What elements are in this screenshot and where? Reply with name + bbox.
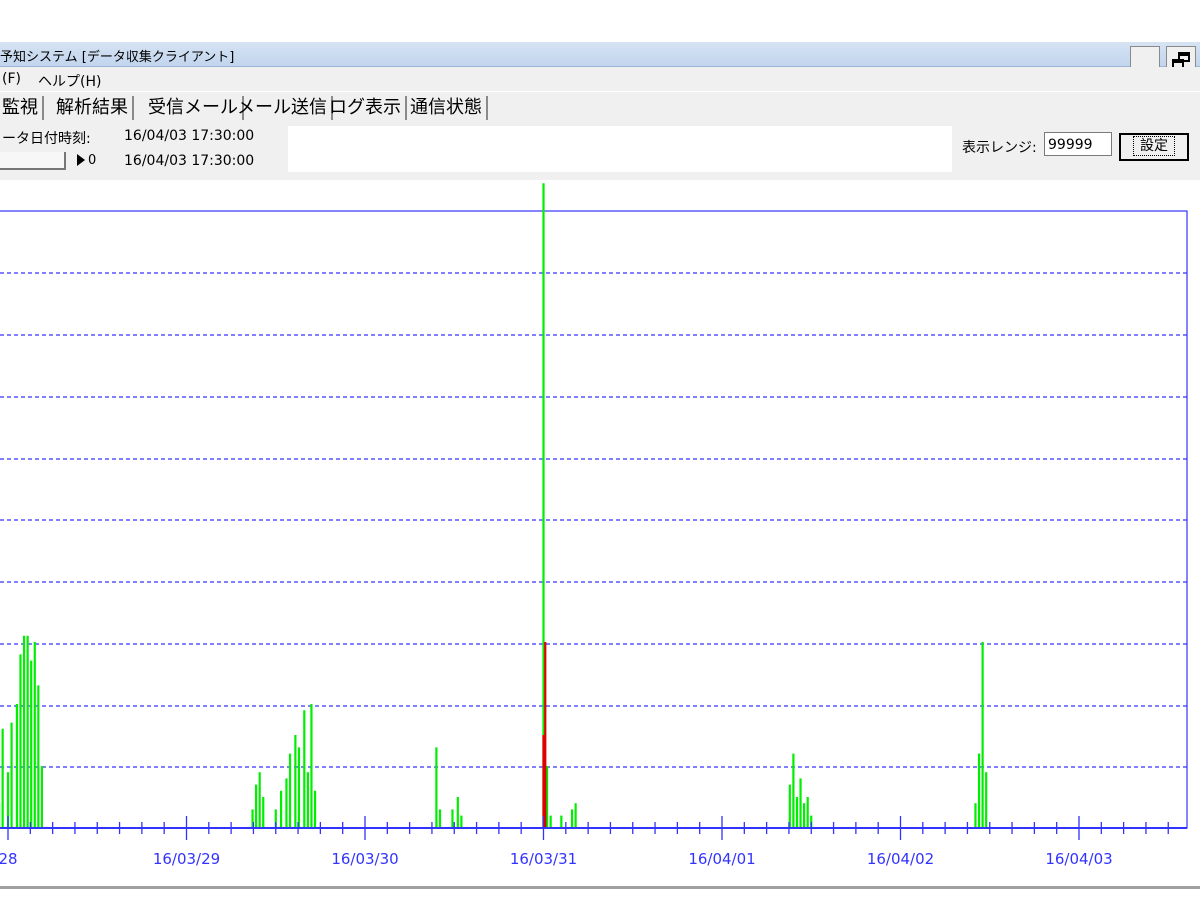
time-slider[interactable] [0,152,66,170]
chart-area: 28 16/03/29 16/03/30 16/03/31 16/04/01 16/04/… [0,180,1200,892]
set-button[interactable]: 設定 [1119,133,1189,161]
tab-communication-status[interactable]: 通信状態 [410,96,488,120]
data-datetime-value: 16/04/03 17:30:00 [124,128,255,144]
set-button-label: 設定 [1133,136,1175,156]
window-title: 予知システム [データ収集クライアント] [0,50,235,65]
bottom-border [0,886,1200,889]
range-label: 表示レンジ: [962,140,1037,156]
tab-received-mail[interactable]: 受信メール [148,96,244,120]
x-tick-label-3: 16/03/31 [510,850,577,868]
tab-analysis-results[interactable]: 解析結果 [56,96,134,120]
tab-bar: 監視 解析結果 受信メール メール送信 ログ表示 通信状態 [0,92,1200,124]
message-area [288,126,952,172]
menu-file[interactable]: (F) [2,71,21,87]
tab-send-mail[interactable]: メール送信 [237,96,333,120]
tab-log-view[interactable]: ログ表示 [329,96,407,120]
x-tick-label-0: 28 [0,850,18,868]
x-tick-label-5: 16/04/02 [867,850,934,868]
slider-value: 0 [88,153,97,168]
menu-bar: (F) ヘルプ(H) [0,67,1200,91]
tab-monitor[interactable]: 監視 [2,96,44,120]
info-bar: ータ日付時刻: 16/04/03 17:30:00 0 16/04/03 17:… [0,124,1200,180]
x-tick-label-1: 16/03/29 [153,850,220,868]
monitor-chart: 28 16/03/29 16/03/30 16/03/31 16/04/01 16/04/… [0,183,1188,868]
range-input[interactable]: 99999 [1044,132,1112,156]
menu-help[interactable]: ヘルプ(H) [38,71,101,91]
data-datetime-label: ータ日付時刻: [2,131,91,147]
x-tick-label-6: 16/04/03 [1045,850,1112,868]
title-bar: 予知システム [データ収集クライアント] [0,42,1200,67]
play-arrow-icon[interactable] [77,154,85,166]
slider-datetime: 16/04/03 17:30:00 [124,153,255,169]
x-tick-label-2: 16/03/30 [331,850,398,868]
x-tick-label-4: 16/04/01 [688,850,755,868]
